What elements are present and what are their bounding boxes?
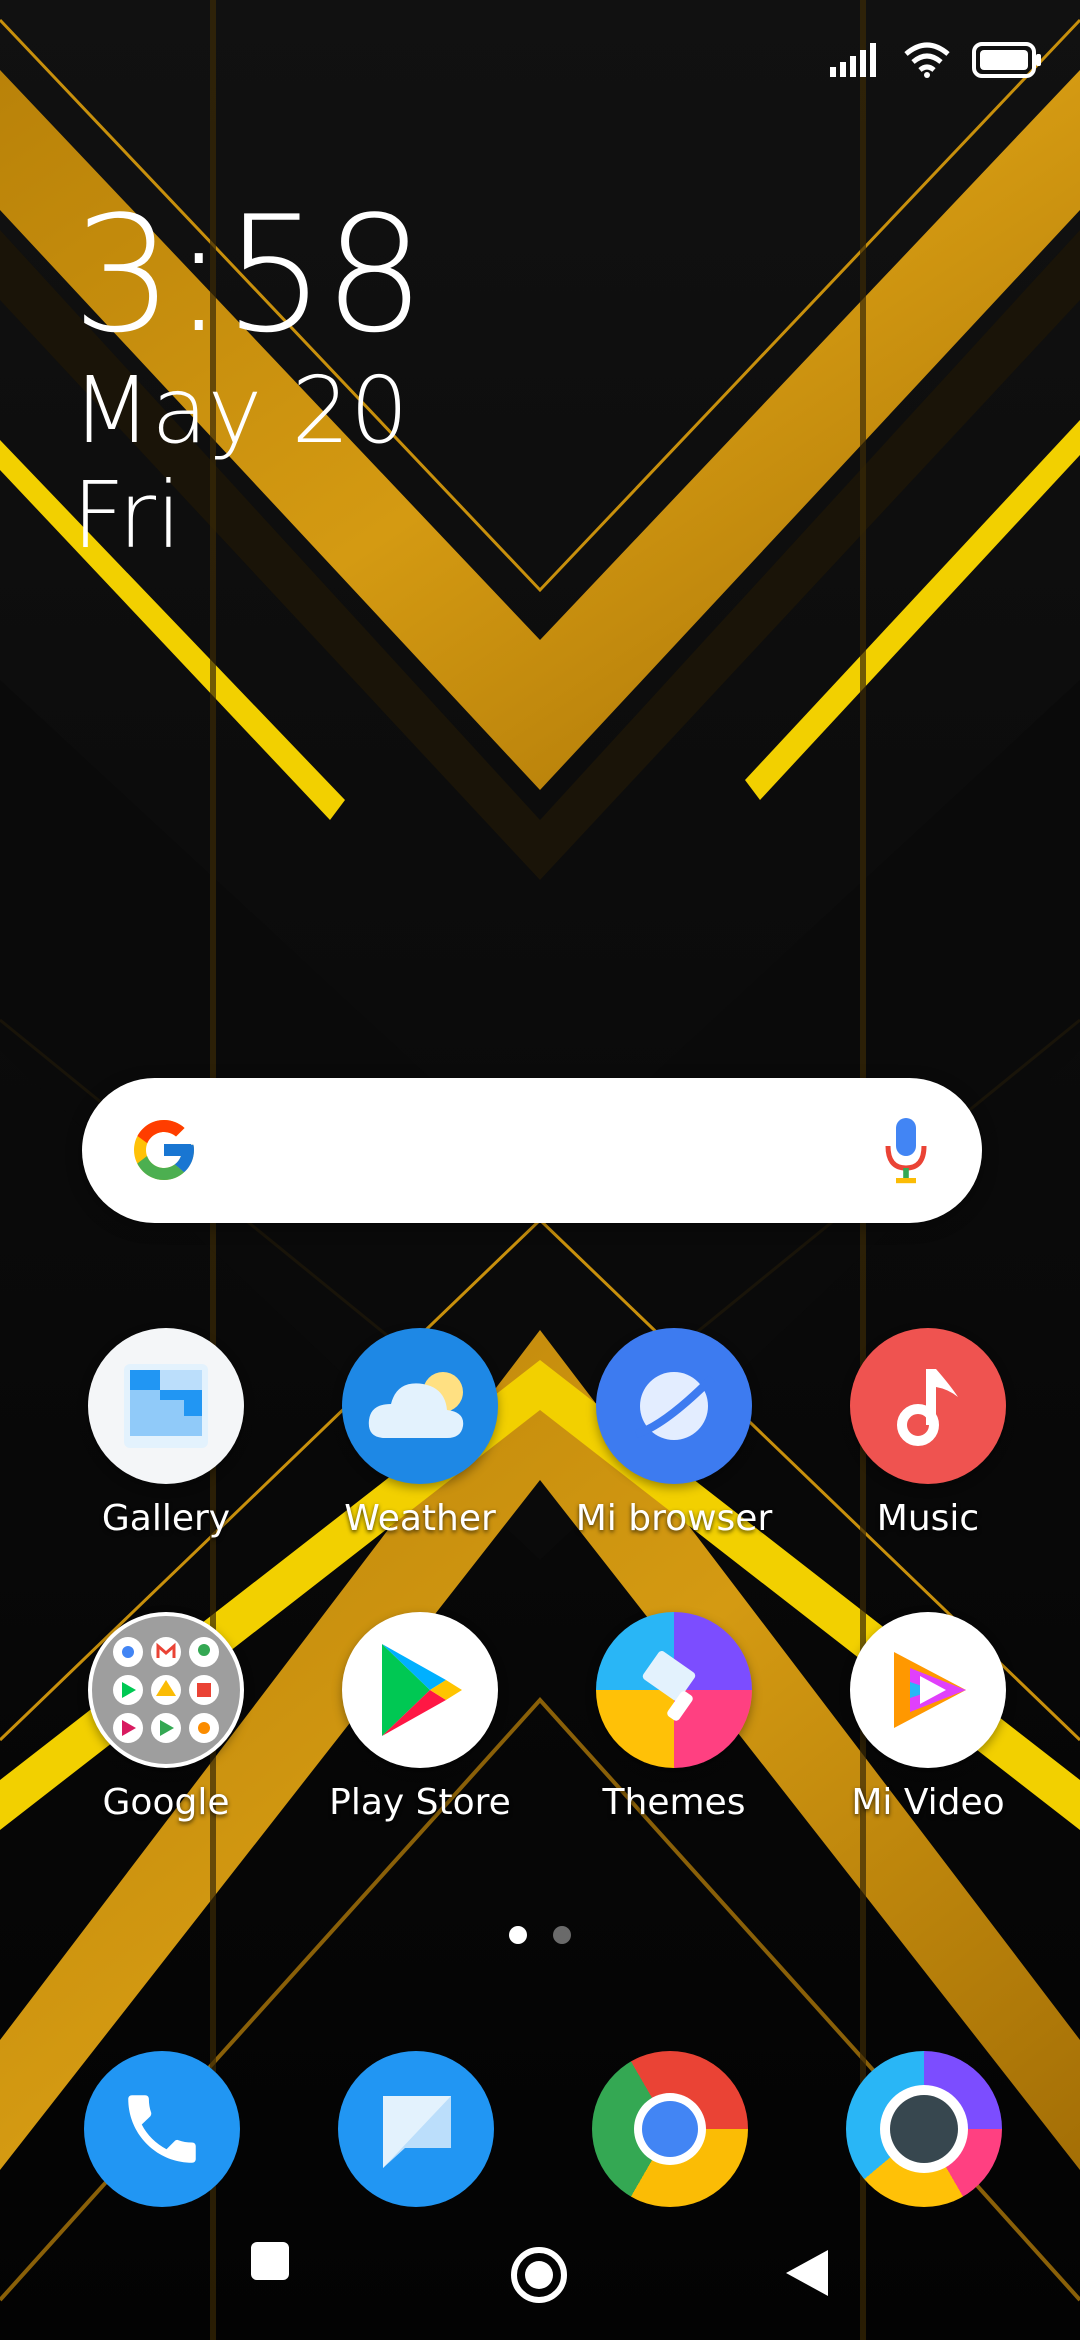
- app-label: Music: [876, 1498, 980, 1539]
- app-label: Gallery: [101, 1498, 231, 1539]
- recents-button[interactable]: [249, 2240, 291, 2286]
- clock-time[interactable]: 3:58: [72, 195, 425, 355]
- status-bar: [830, 42, 1042, 78]
- phone-icon: [128, 2095, 196, 2163]
- app-themes[interactable]: Themes: [554, 1612, 794, 1823]
- app-label: Mi browser: [575, 1498, 773, 1539]
- mi-video-icon: [850, 1612, 1006, 1768]
- microphone-icon[interactable]: [882, 1114, 930, 1186]
- weather-icon: [342, 1328, 498, 1484]
- back-button[interactable]: [784, 2248, 830, 2302]
- clock-day[interactable]: Fri: [72, 470, 182, 562]
- music-icon: [850, 1328, 1006, 1484]
- app-label: Weather: [344, 1498, 496, 1539]
- chrome-icon: [634, 2093, 706, 2165]
- messages-icon: [383, 2096, 451, 2168]
- back-triangle-icon: [786, 2250, 828, 2296]
- app-label: Mi Video: [851, 1782, 1005, 1823]
- themes-icon: [596, 1612, 752, 1768]
- app-label: Google: [102, 1782, 230, 1823]
- recents-square-icon: [251, 2242, 289, 2280]
- app-music[interactable]: Music: [808, 1328, 1048, 1539]
- app-label: Play Store: [329, 1782, 511, 1823]
- battery-full-icon: [972, 42, 1041, 78]
- app-gallery[interactable]: Gallery: [46, 1328, 286, 1539]
- app-label: Themes: [602, 1782, 746, 1823]
- app-mi-video[interactable]: Mi Video: [808, 1612, 1048, 1823]
- google-search-bar[interactable]: [82, 1078, 982, 1223]
- play-store-icon: [342, 1612, 498, 1768]
- page-dot[interactable]: [553, 1926, 571, 1944]
- camera-icon: [880, 2085, 968, 2173]
- gallery-icon: [88, 1328, 244, 1484]
- page-dot-active[interactable]: [509, 1926, 527, 1944]
- google-g-icon: [134, 1120, 194, 1180]
- google-folder-icon: [88, 1612, 244, 1768]
- dock-phone[interactable]: [84, 2051, 240, 2207]
- mi-browser-icon: [596, 1328, 752, 1484]
- app-weather[interactable]: Weather: [300, 1328, 540, 1539]
- app-google-folder[interactable]: Google: [46, 1612, 286, 1823]
- home-circle-icon: [511, 2247, 567, 2303]
- dock-camera[interactable]: [846, 2051, 1002, 2207]
- wifi-icon: [904, 42, 950, 78]
- signal-bars-icon: [830, 43, 876, 77]
- dock-chrome[interactable]: [592, 2051, 748, 2207]
- app-mi-browser[interactable]: Mi browser: [554, 1328, 794, 1539]
- page-indicator[interactable]: [0, 1926, 1080, 1944]
- dock-messages[interactable]: [338, 2051, 494, 2207]
- home-button[interactable]: [509, 2245, 569, 2309]
- app-play-store[interactable]: Play Store: [300, 1612, 540, 1823]
- clock-date[interactable]: May 20: [72, 365, 409, 457]
